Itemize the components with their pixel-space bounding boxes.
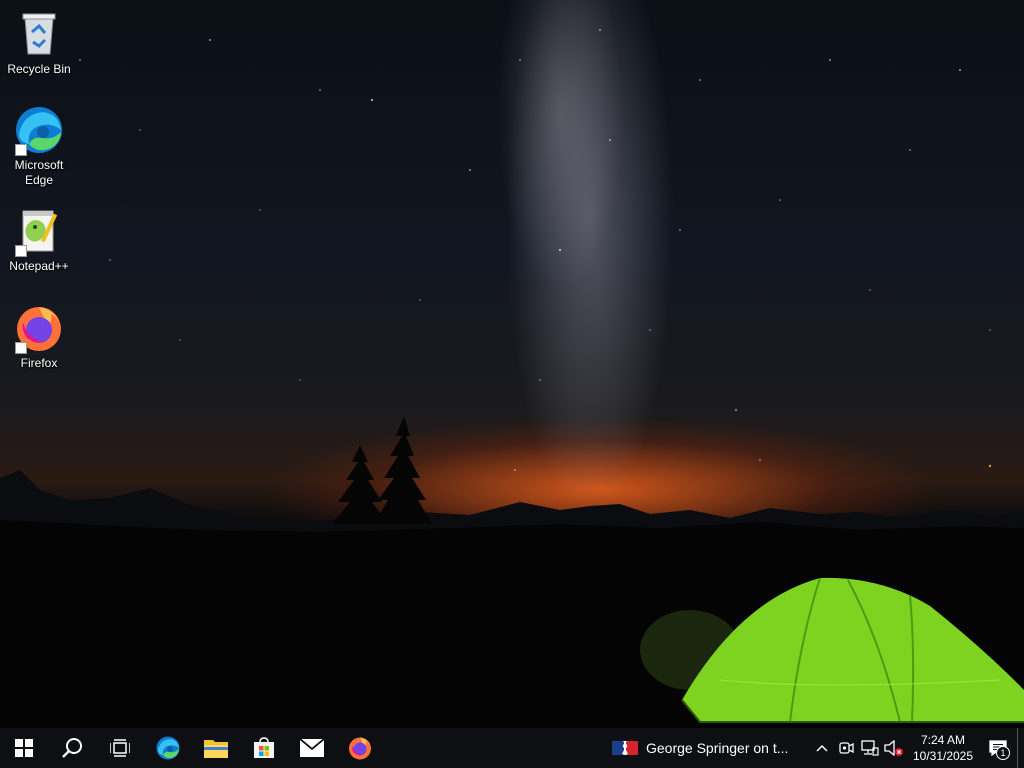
mlb-icon — [612, 741, 638, 755]
search-button[interactable] — [48, 728, 96, 768]
taskbar-mail-button[interactable] — [288, 728, 336, 768]
notification-count-badge: 1 — [996, 746, 1010, 760]
desktop-icon-label: Notepad++ — [9, 259, 69, 273]
edge-icon — [156, 736, 180, 760]
edge-icon — [13, 104, 65, 156]
task-view-icon — [110, 739, 130, 757]
meet-now-icon — [839, 742, 854, 754]
recycle-bin-icon — [13, 8, 65, 60]
taskbar-edge-button[interactable] — [144, 728, 192, 768]
pine-trees — [332, 416, 432, 524]
firefox-icon — [349, 737, 371, 760]
desktop-wallpaper — [0, 0, 1024, 728]
volume-button[interactable] — [882, 728, 906, 768]
news-widget[interactable]: George Springer on t... — [612, 728, 788, 768]
store-icon — [254, 737, 274, 758]
clock-time: 7:24 AM — [920, 733, 966, 747]
start-icon — [15, 739, 33, 757]
task-view-button[interactable] — [96, 728, 144, 768]
network-button[interactable] — [858, 728, 882, 768]
shortcut-arrow-icon — [15, 144, 27, 156]
meet-now-button[interactable] — [834, 728, 858, 768]
clock[interactable]: 7:24 AM 10/31/2025 — [906, 728, 980, 768]
firefox-icon — [13, 302, 65, 354]
network-icon — [861, 740, 879, 756]
shortcut-arrow-icon — [15, 342, 27, 354]
desktop-icon-notepad-plus-plus[interactable]: Notepad++ — [1, 205, 77, 274]
chevron-up-icon — [816, 744, 828, 752]
taskbar-file-explorer-button[interactable] — [192, 728, 240, 768]
desktop-icon-label: Recycle Bin — [7, 62, 71, 76]
taskbar-store-button[interactable] — [240, 728, 288, 768]
mail-icon — [300, 739, 324, 757]
search-icon — [62, 738, 82, 758]
desktop-icon-microsoft-edge[interactable]: Microsoft Edge — [1, 104, 77, 188]
start-button[interactable] — [0, 728, 48, 768]
wallpaper-scene — [0, 29, 1024, 728]
taskbar-firefox-button[interactable] — [336, 728, 384, 768]
desktop-icon-recycle-bin[interactable]: Recycle Bin — [1, 8, 77, 77]
desktop-icon-firefox[interactable]: Firefox — [1, 302, 77, 371]
system-tray: 7:24 AM 10/31/2025 1 — [810, 728, 1016, 768]
desktop-icon-label: Firefox — [20, 356, 58, 370]
show-hidden-icons-button[interactable] — [810, 728, 834, 768]
volume-muted-icon — [884, 740, 903, 756]
show-desktop-button[interactable] — [1017, 728, 1024, 768]
desktop-icon-label: Microsoft Edge — [14, 158, 64, 187]
clock-date: 10/31/2025 — [912, 749, 974, 763]
notepad-plus-plus-icon — [13, 205, 65, 257]
shortcut-arrow-icon — [15, 245, 27, 257]
taskbar: George Springer on t... 7:24 AM 10/31/20… — [0, 728, 1024, 768]
folder-icon — [204, 740, 228, 758]
action-center-button[interactable]: 1 — [980, 728, 1016, 768]
news-headline: George Springer on t... — [646, 740, 789, 756]
stars — [79, 29, 992, 471]
